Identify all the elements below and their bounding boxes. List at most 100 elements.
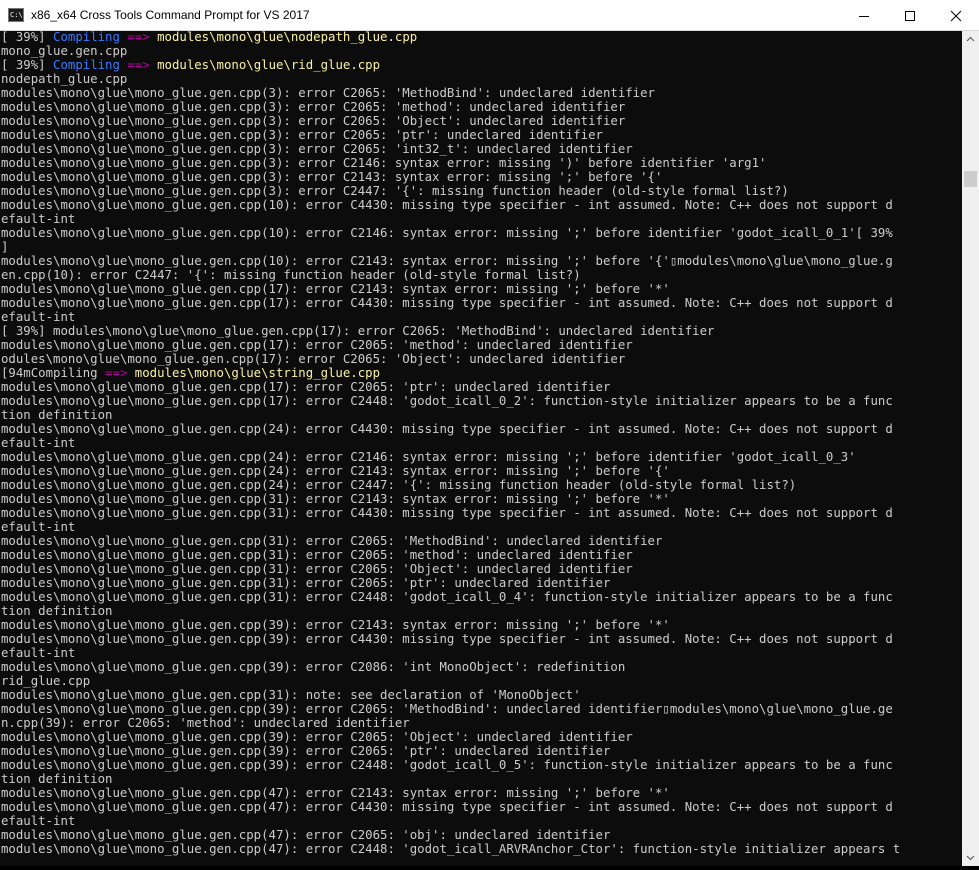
console-line: modules\mono\glue\mono_glue.gen.cpp(39):… [1,758,900,772]
console-line: modules\mono\glue\mono_glue.gen.cpp(39):… [1,702,900,716]
console-line: [ 39%] modules\mono\glue\mono_glue.gen.c… [1,324,900,338]
minimize-icon [859,16,869,17]
console-line: modules\mono\glue\mono_glue.gen.cpp(24):… [1,422,900,436]
console-text-segment: modules\mono\glue\mono_glue.gen.cpp(31):… [1,534,663,548]
console-line: efault-int [1,212,900,226]
console-line: modules\mono\glue\mono_glue.gen.cpp(24):… [1,478,900,492]
console-text-segment: rid_glue.cpp [1,674,91,688]
console-line: modules\mono\glue\mono_glue.gen.cpp(17):… [1,380,900,394]
console-text-segment: efault-int [1,520,76,534]
console-text-segment: modules\mono\glue\mono_glue.gen.cpp(3): … [1,86,655,100]
console-text-segment: ==> [127,31,150,44]
console-line: modules\mono\glue\mono_glue.gen.cpp(39):… [1,632,900,646]
console-line: efault-int [1,310,900,324]
console-output[interactable]: [ 39%] Compiling ==> modules\mono\glue\n… [0,31,962,866]
console-line: modules\mono\glue\mono_glue.gen.cpp(3): … [1,86,900,100]
console-text-segment: tion definition [1,408,113,422]
console-text-segment: modules\mono\glue\mono_glue.gen.cpp(39):… [1,702,893,716]
console-line: modules\mono\glue\mono_glue.gen.cpp(3): … [1,142,900,156]
console-line: modules\mono\glue\mono_glue.gen.cpp(3): … [1,184,900,198]
console-line: modules\mono\glue\mono_glue.gen.cpp(31):… [1,506,900,520]
console-line: efault-int [1,814,900,828]
console-text-segment: tion definition [1,604,113,618]
console-line: efault-int [1,520,900,534]
console-text-segment [150,31,157,44]
console-text-segment: tion definition [1,772,113,786]
console-app-icon[interactable]: C:\ [8,8,24,22]
scroll-up-arrow-icon [966,36,975,42]
console-text-segment: modules\mono\glue\mono_glue.gen.cpp(31):… [1,548,633,562]
close-icon [950,10,962,22]
console-line: modules\mono\glue\mono_glue.gen.cpp(3): … [1,170,900,184]
console-text-segment: modules\mono\glue\mono_glue.gen.cpp(39):… [1,744,611,758]
console-text-segment [150,58,157,72]
console-line: modules\mono\glue\mono_glue.gen.cpp(10):… [1,254,900,268]
console-line: modules\mono\glue\mono_glue.gen.cpp(31):… [1,562,900,576]
console-line: efault-int [1,436,900,450]
console-line: modules\mono\glue\mono_glue.gen.cpp(31):… [1,548,900,562]
console-line: [ 39%] Compiling ==> modules\mono\glue\r… [1,58,900,72]
console-line: modules\mono\glue\mono_glue.gen.cpp(47):… [1,800,900,814]
console-text-segment: Compiling [53,58,120,72]
console-text-segment: modules\mono\glue\mono_glue.gen.cpp(3): … [1,170,663,184]
scroll-down-button[interactable] [962,849,979,866]
scrollbar-thumb[interactable] [964,171,977,187]
console-line: mono_glue.gen.cpp [1,44,900,58]
close-button[interactable] [933,0,979,31]
vertical-scrollbar[interactable] [962,31,979,866]
console-text-segment: Compiling [53,31,120,44]
console-line: modules\mono\glue\mono_glue.gen.cpp(31):… [1,688,900,702]
console-line: modules\mono\glue\mono_glue.gen.cpp(39):… [1,744,900,758]
console-line: modules\mono\glue\mono_glue.gen.cpp(39):… [1,660,900,674]
console-text-segment: modules\mono\glue\rid_glue.cpp [157,58,381,72]
console-text-segment: [ 39%] modules\mono\glue\mono_glue.gen.c… [1,324,715,338]
console-text-segment: modules\mono\glue\mono_glue.gen.cpp(17):… [1,296,893,310]
console-text-segment: modules\mono\glue\mono_glue.gen.cpp(31):… [1,590,893,604]
maximize-icon [905,11,915,21]
console-text-segment: modules\mono\glue\mono_glue.gen.cpp(31):… [1,506,893,520]
console-text-segment: [94mCompiling [1,366,106,380]
console-text-segment: modules\mono\glue\mono_glue.gen.cpp(39):… [1,758,893,772]
console-text-segment: modules\mono\glue\mono_glue.gen.cpp(24):… [1,464,670,478]
console-line: [94mCompiling ==> modules\mono\glue\stri… [1,366,900,380]
console-text-segment: modules\mono\glue\mono_glue.gen.cpp(47):… [1,828,611,842]
console-text-segment: modules\mono\glue\mono_glue.gen.cpp(39):… [1,632,893,646]
console-text-segment: modules\mono\glue\mono_glue.gen.cpp(10):… [1,226,893,240]
console-text-segment: modules\mono\glue\mono_glue.gen.cpp(10):… [1,198,893,212]
console-line: nodepath_glue.cpp [1,72,900,86]
console-line: modules\mono\glue\mono_glue.gen.cpp(17):… [1,394,900,408]
console-line: rid_glue.cpp [1,674,900,688]
console-line: modules\mono\glue\mono_glue.gen.cpp(31):… [1,576,900,590]
console-line: modules\mono\glue\mono_glue.gen.cpp(47):… [1,828,900,842]
console-line: modules\mono\glue\mono_glue.gen.cpp(17):… [1,296,900,310]
console-text-segment: modules\mono\glue\mono_glue.gen.cpp(3): … [1,142,633,156]
console-line: modules\mono\glue\mono_glue.gen.cpp(17):… [1,282,900,296]
maximize-button[interactable] [887,0,933,31]
console-text-segment: modules\mono\glue\mono_glue.gen.cpp(24):… [1,422,893,436]
console-text-segment: modules\mono\glue\mono_glue.gen.cpp(10):… [1,254,893,268]
console-line: modules\mono\glue\mono_glue.gen.cpp(3): … [1,128,900,142]
console-text-segment: modules\mono\glue\mono_glue.gen.cpp(3): … [1,114,626,128]
console-text-segment: efault-int [1,646,76,660]
console-text-segment: ] [1,240,9,254]
console-text-segment: nodepath_glue.cpp [1,72,128,86]
console-text-segment: modules\mono\glue\mono_glue.gen.cpp(24):… [1,450,856,464]
scroll-up-button[interactable] [962,31,979,48]
console-window: C:\ x86_x64 Cross Tools Command Prompt f… [0,0,979,866]
console-line: modules\mono\glue\mono_glue.gen.cpp(39):… [1,618,900,632]
title-bar[interactable]: C:\ x86_x64 Cross Tools Command Prompt f… [0,0,979,31]
minimize-button[interactable] [841,0,887,31]
console-lines: [ 39%] Compiling ==> modules\mono\glue\n… [1,31,900,856]
console-line: modules\mono\glue\mono_glue.gen.cpp(31):… [1,534,900,548]
console-text-segment: [ 39%] [1,58,54,72]
console-line: modules\mono\glue\mono_glue.gen.cpp(24):… [1,450,900,464]
console-text-segment: modules\mono\glue\mono_glue.gen.cpp(31):… [1,688,581,702]
console-line: modules\mono\glue\mono_glue.gen.cpp(47):… [1,786,900,800]
console-text-segment: [ 39%] [1,31,54,44]
console-text-segment: modules\mono\glue\mono_glue.gen.cpp(47):… [1,786,670,800]
console-text-segment: modules\mono\glue\mono_glue.gen.cpp(17):… [1,394,893,408]
console-line: en.cpp(10): error C2447: '{': missing fu… [1,268,900,282]
console-text-segment: ==> [127,58,150,72]
console-text-segment: modules\mono\glue\mono_glue.gen.cpp(17):… [1,338,633,352]
console-text-segment: modules\mono\glue\mono_glue.gen.cpp(3): … [1,156,767,170]
